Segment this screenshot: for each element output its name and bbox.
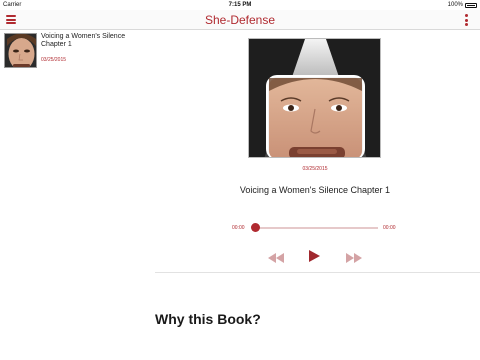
clock: 7:15 PM: [228, 2, 252, 8]
battery-percent: 100%: [447, 2, 463, 8]
section-heading: Why this Book?: [155, 311, 261, 327]
battery-icon: [465, 2, 477, 8]
battery-indicator: 100%: [448, 2, 477, 8]
section-divider: [155, 272, 480, 273]
rewind-icon[interactable]: [268, 250, 284, 263]
list-item[interactable]: Voicing a Women's Silence Chapter 1 03/2…: [0, 31, 150, 71]
seek-bar[interactable]: [253, 227, 378, 229]
seek-handle[interactable]: [250, 223, 260, 232]
play-icon[interactable]: [309, 249, 320, 262]
vertical-ellipsis-icon[interactable]: [465, 14, 468, 26]
list-item-date: 03/25/2015: [41, 57, 67, 63]
current-time: 00:00: [232, 225, 245, 231]
episode-title: Voicing a Women's Silence Chapter 1: [239, 185, 391, 195]
episode-date: 03/25/2015: [302, 166, 328, 172]
app-title: She-Defense: [204, 13, 276, 27]
list-item-title: Voicing a Women's Silence Chapter 1: [41, 33, 126, 48]
duration-time: 00:00: [383, 225, 396, 231]
fast-forward-icon[interactable]: [346, 250, 362, 263]
episode-list: Voicing a Women's Silence Chapter 1 03/2…: [0, 31, 150, 360]
nav-bar: She-Defense: [0, 10, 480, 30]
episode-thumbnail: [4, 33, 37, 68]
status-bar: Carrier 7:15 PM 100%: [0, 0, 480, 10]
cover-image: [248, 38, 381, 158]
